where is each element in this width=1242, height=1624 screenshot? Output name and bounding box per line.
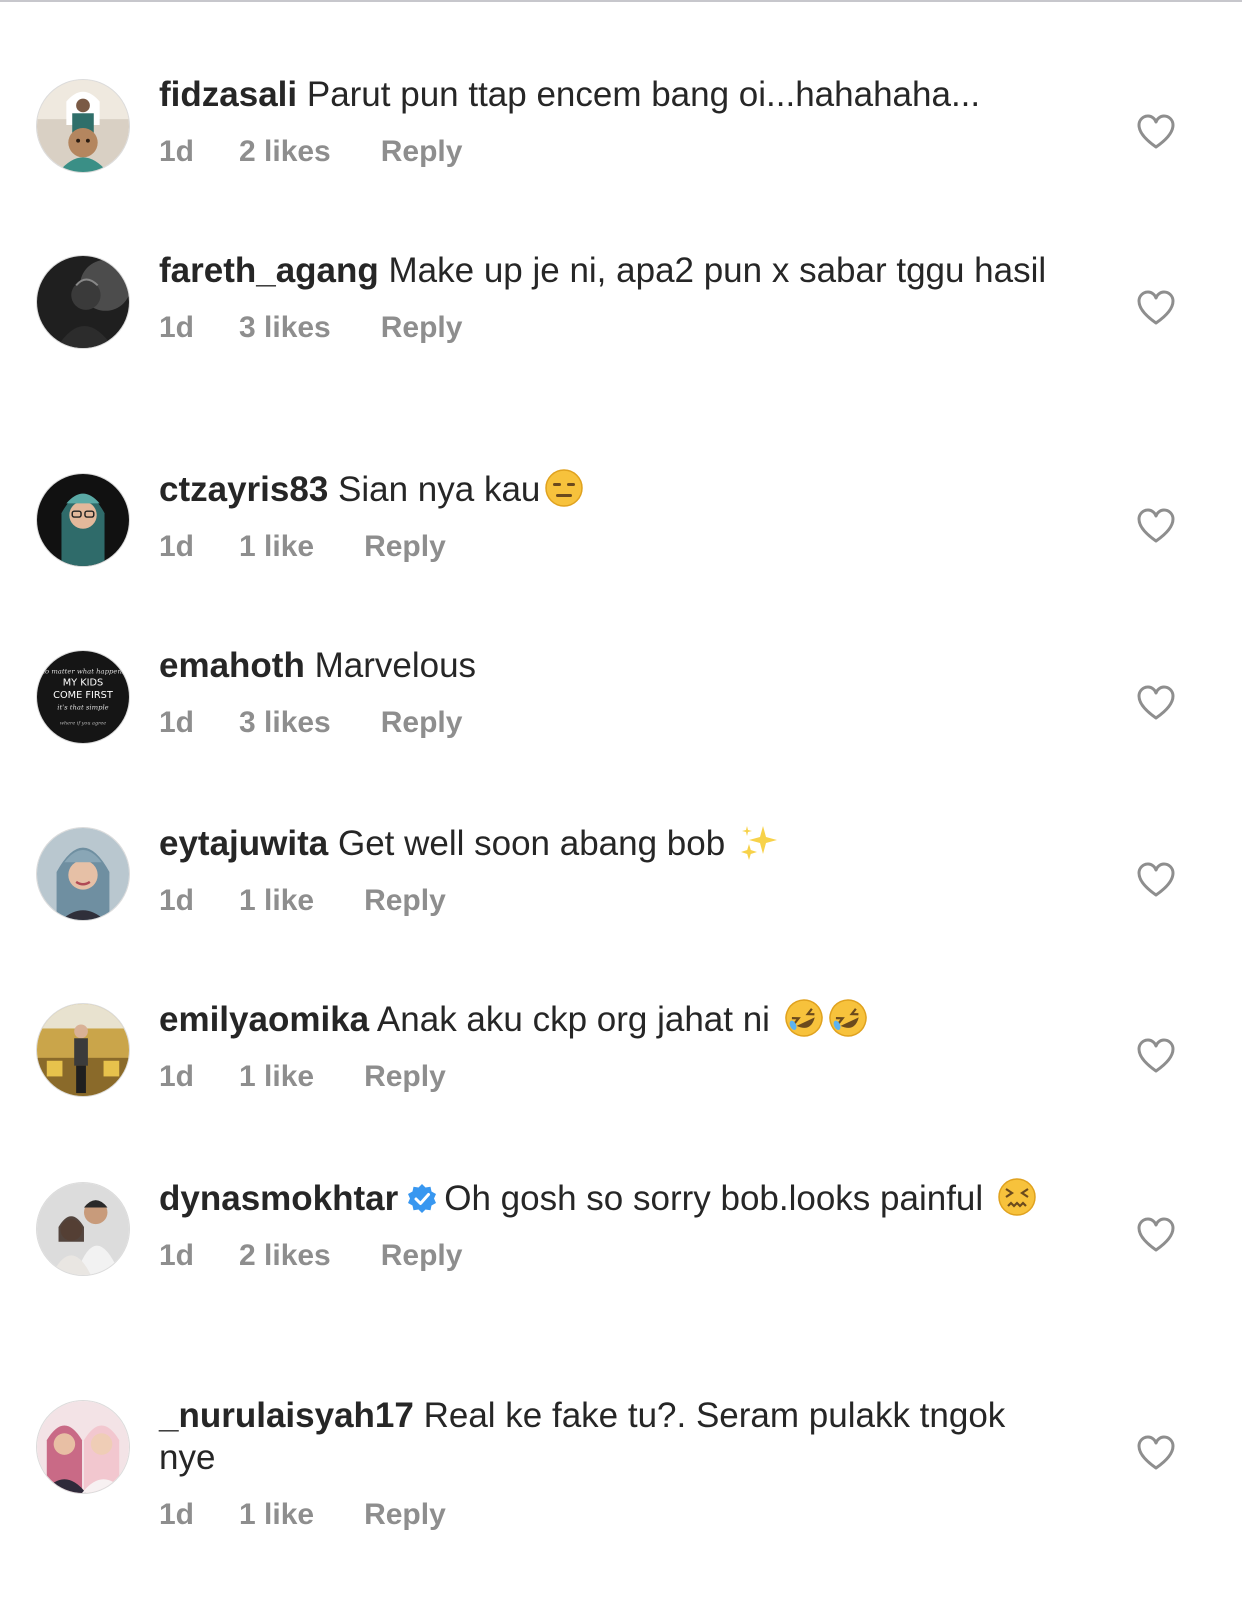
comment-text-line: fareth_agang Make up je ni, apa2 pun x s… (159, 250, 1059, 292)
comment-text: Get well soon abang bob (337, 824, 726, 863)
comment-time: 1d (159, 1498, 195, 1531)
reply-button[interactable]: Reply (364, 883, 446, 919)
rofl-emoji-icon (784, 999, 823, 1037)
avatar[interactable] (36, 1400, 130, 1494)
comment-username[interactable]: dynasmokhtar (159, 1179, 398, 1218)
reply-button[interactable]: Reply (364, 529, 446, 565)
comment-username[interactable]: ctzayris83 (159, 470, 328, 509)
comment-time: 1d (159, 1239, 195, 1272)
svg-text:MY KIDS: MY KIDS (63, 677, 104, 688)
comment-meta: 1d 2 likes Reply (159, 1238, 1059, 1274)
comment-meta: 1d 1 like Reply (159, 883, 1059, 919)
comment-text-line: ctzayris83 Sian nya kau (159, 468, 1059, 511)
reply-button[interactable]: Reply (364, 1059, 446, 1095)
comment-likes[interactable]: 1 like (239, 529, 314, 565)
comment-time: 1d (159, 530, 195, 563)
reply-button[interactable]: Reply (381, 134, 463, 170)
like-heart-icon[interactable] (1137, 508, 1175, 544)
comment-likes[interactable]: 1 like (239, 1059, 314, 1095)
like-heart-icon[interactable] (1137, 1038, 1175, 1074)
avatar[interactable] (36, 1003, 130, 1097)
like-heart-icon[interactable] (1137, 1217, 1175, 1253)
comment-likes[interactable]: 2 likes (239, 1238, 331, 1274)
comment-likes[interactable]: 1 like (239, 883, 314, 919)
reply-button[interactable]: Reply (364, 1497, 446, 1533)
comment-username[interactable]: fidzasali (159, 75, 297, 114)
comment-meta: 1d 1 like Reply (159, 529, 1059, 565)
svg-text:where if you agree: where if you agree (60, 720, 106, 726)
expressionless-face-emoji-icon (545, 469, 584, 507)
confounded-face-emoji-icon (998, 1178, 1036, 1216)
avatar[interactable] (36, 1182, 130, 1276)
comment-text-line: eytajuwita Get well soon abang bob (159, 822, 1059, 865)
avatar[interactable] (36, 473, 130, 567)
like-heart-icon[interactable] (1137, 1435, 1175, 1471)
comment-username[interactable]: emilyaomika (159, 1000, 369, 1039)
comment-username[interactable]: _nurulaisyah17 (159, 1396, 414, 1435)
comment-likes[interactable]: 3 likes (239, 310, 331, 346)
verified-badge-icon (408, 1184, 437, 1213)
comment-text-line: _nurulaisyah17 Real ke fake tu?. Seram p… (159, 1395, 1059, 1479)
comment-meta: 1d 1 like Reply (159, 1497, 1059, 1533)
sparkles-emoji-icon (740, 826, 777, 860)
comment-likes[interactable]: 3 likes (239, 705, 331, 741)
svg-text:no matter what happens: no matter what happens (41, 668, 126, 676)
comment-time: 1d (159, 1060, 195, 1093)
comment-username[interactable]: emahoth (159, 646, 305, 685)
comment-meta: 1d 3 likes Reply (159, 310, 1059, 346)
comment-likes[interactable]: 1 like (239, 1497, 314, 1533)
comment-text-line: dynasmokhtar Oh gosh so sorry bob.looks p… (159, 1177, 1059, 1220)
reply-button[interactable]: Reply (381, 705, 463, 741)
reply-button[interactable]: Reply (381, 1238, 463, 1274)
svg-text:COME FIRST: COME FIRST (53, 690, 113, 701)
like-heart-icon[interactable] (1137, 862, 1175, 898)
avatar[interactable] (36, 827, 130, 921)
rofl-emoji-icon (828, 999, 867, 1037)
like-heart-icon[interactable] (1137, 290, 1175, 326)
comment-text: Oh gosh so sorry bob.looks painful (444, 1179, 984, 1218)
comment-text-line: fidzasali Parut pun ttap encem bang oi..… (159, 74, 1059, 116)
reply-button[interactable]: Reply (381, 310, 463, 346)
like-heart-icon[interactable] (1137, 685, 1175, 721)
comment-meta: 1d 3 likes Reply (159, 705, 1059, 741)
svg-text:it's that simple: it's that simple (57, 704, 108, 712)
comment-time: 1d (159, 706, 195, 739)
comment-text: Parut pun ttap encem bang oi...hahahaha.… (306, 75, 981, 114)
comment-meta: 1d 1 like Reply (159, 1059, 1059, 1095)
comment-text: Anak aku ckp org jahat ni (376, 1000, 770, 1039)
avatar[interactable] (36, 79, 130, 173)
comment-username[interactable]: fareth_agang (159, 251, 379, 290)
comment-text: Marvelous (314, 646, 477, 685)
comment-time: 1d (159, 884, 195, 917)
comment-time: 1d (159, 311, 195, 344)
top-divider (0, 0, 1242, 2)
comment-text: Make up je ni, apa2 pun x sabar tggu has… (388, 251, 1047, 290)
comment-likes[interactable]: 2 likes (239, 134, 331, 170)
avatar[interactable] (36, 255, 130, 349)
comment-time: 1d (159, 135, 195, 168)
comment-text: Sian nya kau (338, 470, 541, 509)
comment-text-line: emilyaomika Anak aku ckp org jahat ni (159, 998, 1059, 1041)
comment-text-line: emahoth Marvelous (159, 645, 1059, 687)
like-heart-icon[interactable] (1137, 114, 1175, 150)
avatar[interactable]: no matter what happens MY KIDS COME FIRS… (36, 650, 130, 744)
comment-username[interactable]: eytajuwita (159, 824, 328, 863)
comment-meta: 1d 2 likes Reply (159, 134, 1059, 170)
